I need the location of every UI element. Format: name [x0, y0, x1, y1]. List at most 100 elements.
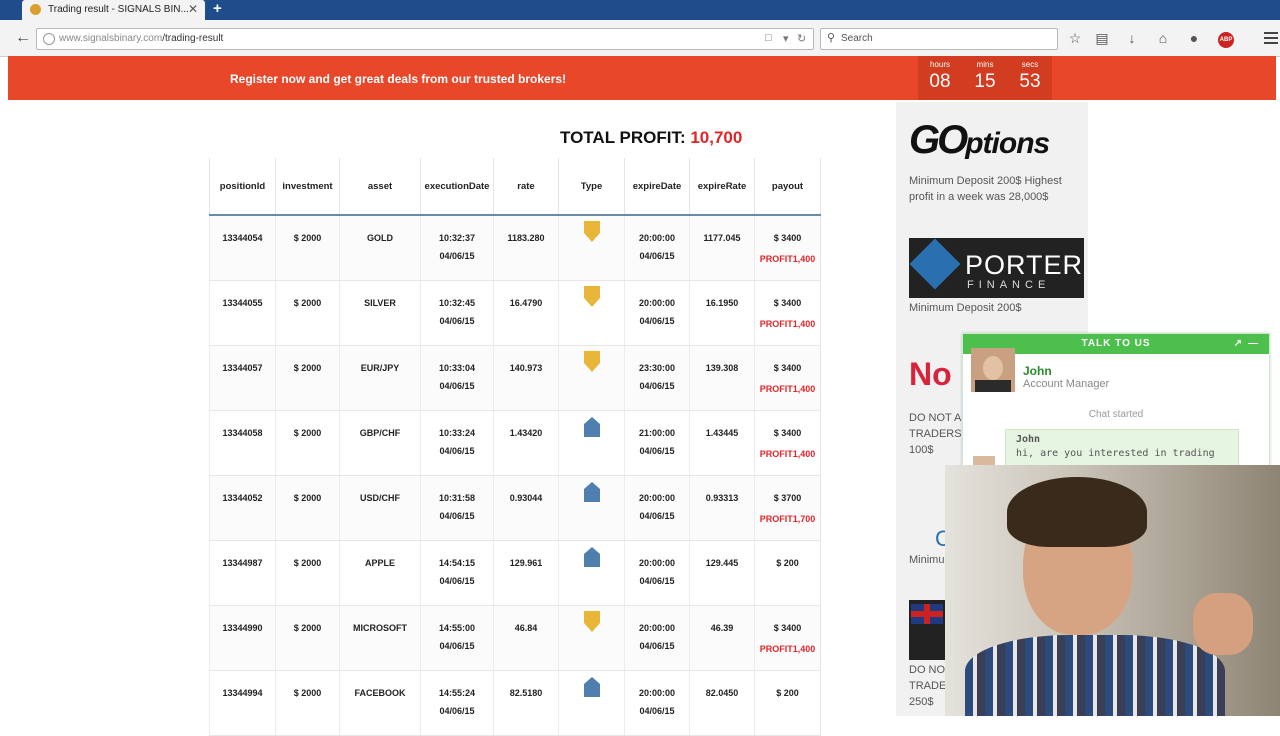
agent-avatar [971, 348, 1015, 392]
expire-rate-cell: 139.308 [689, 345, 755, 411]
column-header[interactable]: expireDate [624, 158, 690, 216]
rate-cell: 140.973 [493, 345, 559, 411]
popout-icon[interactable]: ↗ [1234, 334, 1243, 354]
execution-date-cell: 10:31:58 04/06/15 [420, 475, 494, 541]
countdown-timer: hours 08 mins 15 secs 53 [918, 56, 1052, 100]
nol-logo[interactable]: No [909, 356, 952, 393]
expire-date-cell: 20:00:00 04/06/15 [624, 670, 690, 736]
back-button[interactable]: ← [12, 28, 34, 50]
position-id-cell: 13344994 [209, 670, 276, 736]
type-cell [558, 280, 625, 346]
type-cell [558, 670, 625, 736]
home-icon[interactable]: ⌂ [1154, 30, 1172, 46]
rate-cell: 1183.280 [493, 215, 559, 281]
put-arrow-down-icon [582, 221, 602, 245]
minimize-icon[interactable]: — [1248, 334, 1259, 354]
column-header[interactable]: Type [558, 158, 625, 216]
column-header[interactable]: payout [754, 158, 821, 216]
call-arrow-up-icon [582, 677, 602, 700]
chat-widget[interactable]: TALK TO US ↗ — John Account Manager Chat… [962, 333, 1270, 475]
expire-date-cell: 20:00:00 04/06/15 [624, 215, 690, 281]
expire-rate-cell: 129.445 [689, 540, 755, 606]
asset-cell: APPLE [339, 540, 421, 606]
total-profit-value: 10,700 [690, 128, 743, 147]
profit-label: PROFIT1,400 [759, 449, 816, 459]
table-row: 13344987 $ 2000 APPLE 14:54:15 04/06/15 129.9… [209, 540, 821, 606]
table-row: 13344055 $ 2000 SILVER 10:32:45 04/06/15 16.4… [209, 280, 821, 346]
asset-cell: MICROSOFT [339, 605, 421, 671]
porter-diamond-icon [909, 238, 961, 290]
put-arrow-down-icon [582, 611, 602, 635]
asset-cell: GBP/CHF [339, 410, 421, 476]
message-text: hi, are you interested in trading [1016, 448, 1215, 459]
asset-cell: GOLD [339, 215, 421, 281]
table-body: 13344054 $ 2000 GOLD 10:32:37 04/06/15 1183.2… [209, 215, 821, 736]
timer-hours: hours 08 [929, 60, 951, 92]
webcam-overlay [945, 465, 1280, 716]
execution-date-cell: 10:32:37 04/06/15 [420, 215, 494, 281]
url-dropdown-icon[interactable]: ▾ [783, 32, 789, 45]
column-header[interactable]: executionDate [420, 158, 494, 216]
profit-label: PROFIT1,700 [759, 514, 816, 524]
uk-broker-logo[interactable] [909, 600, 945, 660]
put-arrow-down-icon [582, 286, 602, 310]
presenter-hair [1007, 477, 1147, 547]
call-arrow-up-icon [582, 482, 602, 505]
asset-cell: FACEBOOK [339, 670, 421, 736]
menu-icon[interactable] [1264, 32, 1278, 47]
expire-rate-cell: 46.39 [689, 605, 755, 671]
navigation-bar: ← www.signalsbinary.com/trading-result □… [0, 20, 1280, 57]
timer-secs: secs 53 [1019, 60, 1041, 92]
expire-date-cell: 21:00:00 04/06/15 [624, 410, 690, 476]
asset-cell: USD/CHF [339, 475, 421, 541]
adblock-icon[interactable]: ABP [1218, 32, 1234, 48]
close-tab-icon[interactable]: ✕ [188, 2, 198, 16]
payout-cell: $ 3400 PROFIT1,400 [754, 605, 821, 671]
download-icon[interactable]: ↓ [1123, 30, 1141, 46]
table-row: 13344058 $ 2000 GBP/CHF 10:33:24 04/06/15 1.4… [209, 410, 821, 476]
site-favicon-icon [30, 4, 41, 15]
expire-date-cell: 20:00:00 04/06/15 [624, 475, 690, 541]
execution-date-cell: 14:55:24 04/06/15 [420, 670, 494, 736]
column-header[interactable]: asset [339, 158, 421, 216]
rate-cell: 129.961 [493, 540, 559, 606]
type-cell [558, 605, 625, 671]
column-header[interactable]: investment [275, 158, 340, 216]
column-header[interactable]: positionId [209, 158, 276, 216]
presenter-fist [1193, 593, 1253, 655]
column-header[interactable]: rate [493, 158, 559, 216]
search-input[interactable]: ⚲ Search [820, 28, 1058, 50]
reload-icon[interactable]: ↻ [797, 32, 806, 45]
asset-cell: EUR/JPY [339, 345, 421, 411]
type-cell [558, 345, 625, 411]
column-header[interactable]: expireRate [689, 158, 755, 216]
payout-cell: $ 3400 PROFIT1,400 [754, 410, 821, 476]
position-id-cell: 13344055 [209, 280, 276, 346]
expire-rate-cell: 1.43445 [689, 410, 755, 476]
address-bar[interactable]: www.signalsbinary.com/trading-result □ ▾… [36, 28, 814, 50]
browser-tab[interactable]: Trading result - SIGNALS BIN... ✕ [22, 0, 205, 20]
call-arrow-up-icon [582, 547, 602, 570]
nol-text: DO NOT A TRADERS 100$ [909, 412, 962, 456]
reading-list-icon[interactable]: ▤ [1093, 30, 1111, 47]
table-row: 13344994 $ 2000 FACEBOOK 14:55:24 04/06/15 82… [209, 670, 821, 736]
expire-date-cell: 20:00:00 04/06/15 [624, 280, 690, 346]
payout-cell: $ 3400 PROFIT1,400 [754, 280, 821, 346]
chat-icon[interactable]: ● [1185, 30, 1203, 46]
goptions-logo[interactable]: GOptions [909, 118, 1050, 163]
porter-finance-logo[interactable]: PORTER FINANCE [909, 238, 1084, 298]
execution-date-cell: 10:33:24 04/06/15 [420, 410, 494, 476]
banner-message[interactable]: Register now and get great deals from ou… [230, 72, 566, 86]
total-profit: TOTAL PROFIT: 10,700 [560, 128, 742, 148]
new-tab-button[interactable]: + [213, 0, 222, 17]
payout-cell: $ 3700 PROFIT1,700 [754, 475, 821, 541]
porter-text: Minimum Deposit 200$ [909, 302, 1022, 314]
bookmark-star-icon[interactable]: ☆ [1066, 30, 1084, 47]
investment-cell: $ 2000 [275, 280, 340, 346]
promo-banner[interactable]: Register now and get great deals from ou… [8, 56, 1276, 100]
reader-view-icon[interactable]: □ [765, 32, 772, 44]
profit-label: PROFIT1,400 [759, 384, 816, 394]
rate-cell: 0.93044 [493, 475, 559, 541]
agent-name: John [1023, 364, 1052, 378]
profit-label: PROFIT1,400 [759, 319, 816, 329]
